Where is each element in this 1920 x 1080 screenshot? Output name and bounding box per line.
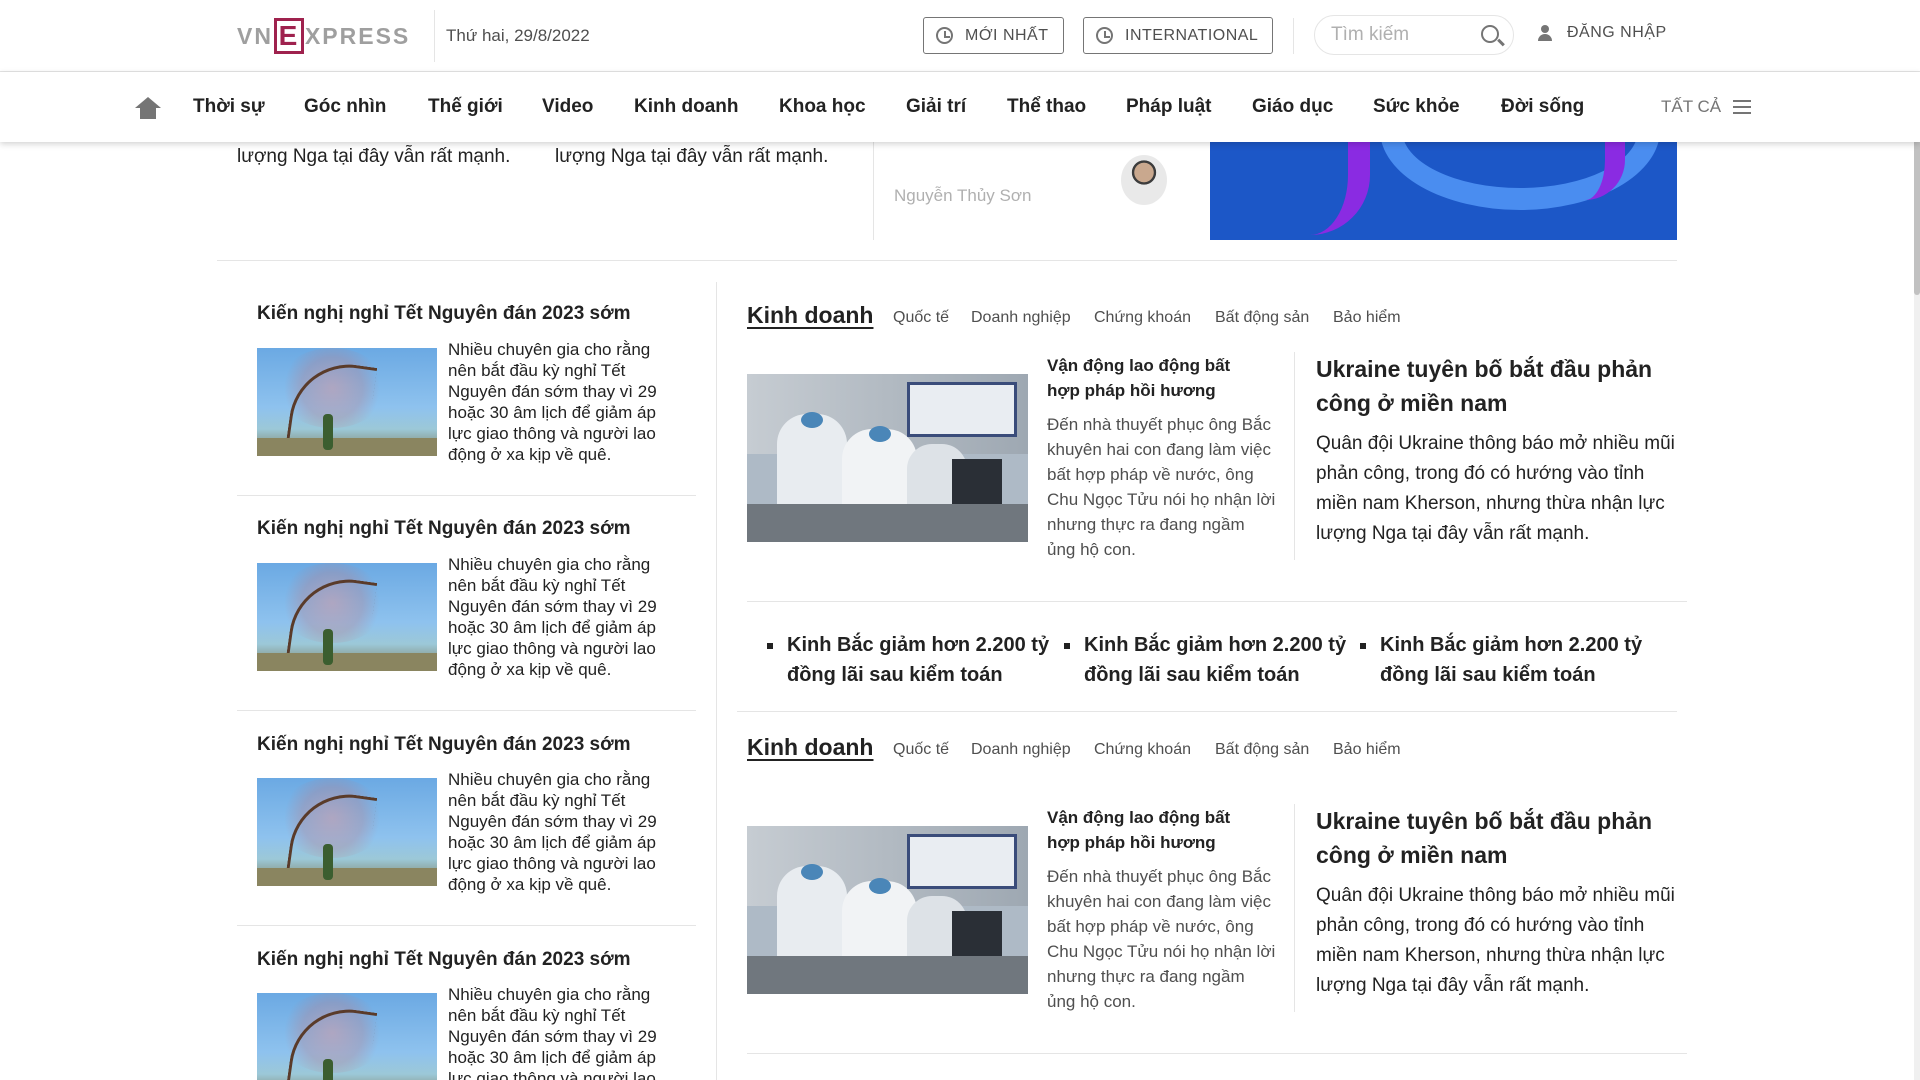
section-divider <box>747 1053 1687 1054</box>
related-article-link[interactable]: Kinh Bắc giảm hơn 2.200 tỷ đồng lãi sau … <box>1360 630 1660 690</box>
logo-text-suffix: XPRESS <box>304 22 411 49</box>
featured-article-description: Quân đội Ukraine thông báo mở nhiều mũi … <box>1316 433 1675 544</box>
related-article-link[interactable]: Kinh Bắc giảm hơn 2.200 tỷ đồng lãi sau … <box>1064 630 1364 690</box>
featured-article-title[interactable]: Ukraine tuyên bố bắt đầu phản công ở miề… <box>1316 804 1676 872</box>
user-icon <box>1537 25 1553 41</box>
subcategory-link[interactable]: Doanh nghiệp <box>971 741 1071 759</box>
related-article-link[interactable]: Kinh Bắc giảm hơn 2.200 tỷ đồng lãi sau … <box>767 630 1067 690</box>
latest-news-button[interactable]: MỚI NHẤT <box>923 17 1064 54</box>
partial-article-text[interactable]: lượng Nga tại đây vẫn rất mạnh. <box>237 146 510 168</box>
article-thumbnail[interactable] <box>747 826 1028 994</box>
article-description: Nhiều chuyên gia cho rằng nên bắt đầu kỳ… <box>448 555 657 679</box>
section-title-kinh-doanh[interactable]: Kinh doanh <box>747 734 873 761</box>
list-divider <box>237 925 696 926</box>
nav-item-the-gioi[interactable]: Thế giới <box>428 96 503 118</box>
nav-item-video[interactable]: Video <box>542 96 593 118</box>
all-categories-label: TẤT CẢ <box>1661 97 1722 116</box>
article-description: Nhiều chuyên gia cho rằng nên bắt đầu kỳ… <box>448 985 657 1080</box>
list-divider <box>237 495 696 496</box>
banner-shape <box>1310 140 1370 235</box>
site-header: VN E XPRESS Thứ hai, 29/8/2022 MỚI NHẤT IN… <box>0 0 1920 72</box>
article-thumbnail[interactable] <box>257 778 437 886</box>
nav-item-phap-luat[interactable]: Pháp luật <box>1126 96 1212 118</box>
subcategory-link[interactable]: Chứng khoán <box>1094 741 1191 759</box>
login-button[interactable]: ĐĂNG NHẬP <box>1537 24 1667 42</box>
section-divider <box>217 260 1677 261</box>
subcategory-link[interactable]: Bảo hiểm <box>1333 741 1401 759</box>
article-description: Nhiều chuyên gia cho rằng nên bắt đầu kỳ… <box>448 770 657 894</box>
page-scrollbar[interactable] <box>1914 0 1920 1080</box>
nav-item-khoa-hoc[interactable]: Khoa học <box>779 96 866 118</box>
banner-shape <box>1585 140 1625 200</box>
latest-news-label: MỚI NHẤT <box>965 26 1049 44</box>
column-divider <box>1294 352 1295 560</box>
search-box[interactable] <box>1314 15 1514 55</box>
column-divider <box>873 140 874 240</box>
login-label: ĐĂNG NHẬP <box>1567 24 1667 41</box>
nav-item-doi-song[interactable]: Đời sống <box>1501 96 1584 118</box>
all-categories-button[interactable]: TẤT CẢ <box>1661 97 1752 117</box>
header-divider <box>434 10 435 62</box>
clock-icon <box>1096 27 1113 44</box>
article-thumbnail[interactable] <box>747 374 1028 542</box>
clock-icon <box>936 27 953 44</box>
article-title[interactable]: Kiến nghị nghỉ Tết Nguyên đán 2023 sớm <box>257 303 631 325</box>
international-button[interactable]: INTERNATIONAL <box>1083 17 1273 54</box>
search-icon[interactable] <box>1481 25 1499 43</box>
subcategory-link[interactable]: Bảo hiểm <box>1333 309 1401 327</box>
nav-item-thoi-su[interactable]: Thời sự <box>193 96 265 118</box>
vnexpress-logo[interactable]: VN E XPRESS <box>237 17 410 55</box>
article-thumbnail[interactable] <box>257 348 437 456</box>
nav-item-giao-duc[interactable]: Giáo dục <box>1252 96 1333 118</box>
nav-item-giai-tri[interactable]: Giải trí <box>906 96 966 118</box>
header-divider <box>1293 18 1294 54</box>
section-title-kinh-doanh[interactable]: Kinh doanh <box>747 302 873 329</box>
nav-item-goc-nhin[interactable]: Góc nhìn <box>304 96 386 118</box>
subcategory-link[interactable]: Bất động sản <box>1215 741 1309 759</box>
article-title[interactable]: Kiến nghị nghỉ Tết Nguyên đán 2023 sớm <box>257 518 631 540</box>
section-divider <box>747 601 1687 602</box>
nav-item-the-thao[interactable]: Thể thao <box>1007 96 1086 118</box>
article-thumbnail[interactable] <box>257 563 437 671</box>
article-description: Nhiều chuyên gia cho rằng nên bắt đầu kỳ… <box>448 340 657 464</box>
nav-item-suc-khoe[interactable]: Sức khỏe <box>1373 96 1460 118</box>
category-nav: Thời sự Góc nhìn Thế giới Video Kinh doa… <box>0 72 1920 142</box>
featured-article-title[interactable]: Ukraine tuyên bố bắt đầu phản công ở miề… <box>1316 352 1676 420</box>
menu-icon <box>1733 100 1752 114</box>
nav-item-kinh-doanh[interactable]: Kinh doanh <box>634 96 738 118</box>
author-avatar[interactable] <box>1121 155 1167 205</box>
article-title[interactable]: Kiến nghị nghỉ Tết Nguyên đán 2023 sớm <box>257 734 631 756</box>
column-divider <box>1294 804 1295 1012</box>
article-title[interactable]: Kiến nghị nghỉ Tết Nguyên đán 2023 sớm <box>257 949 631 971</box>
column-divider <box>716 282 717 1080</box>
section-divider <box>737 711 1677 712</box>
logo-mark: E <box>273 18 304 54</box>
logo-text-prefix: VN <box>237 22 273 49</box>
article-thumbnail[interactable] <box>257 993 437 1080</box>
current-date: Thứ hai, 29/8/2022 <box>446 26 590 45</box>
partial-article-text[interactable]: lượng Nga tại đây vẫn rất mạnh. <box>555 146 828 168</box>
article-title[interactable]: Vận động lao động bất hợp pháp hồi hương <box>1047 353 1267 403</box>
article-description: Đến nhà thuyết phục ông Bắc khuyên hai c… <box>1047 415 1276 559</box>
home-icon[interactable] <box>135 97 161 119</box>
article-description: Đến nhà thuyết phục ông Bắc khuyên hai c… <box>1047 867 1276 1011</box>
international-label: INTERNATIONAL <box>1125 26 1259 44</box>
search-input[interactable] <box>1331 24 1461 46</box>
subcategory-link[interactable]: Doanh nghiệp <box>971 309 1071 327</box>
list-divider <box>237 710 696 711</box>
subcategory-link[interactable]: Quốc tế <box>893 309 949 327</box>
subcategory-link[interactable]: Chứng khoán <box>1094 309 1191 327</box>
article-title[interactable]: Vận động lao động bất hợp pháp hồi hương <box>1047 805 1267 855</box>
subcategory-link[interactable]: Quốc tế <box>893 741 949 759</box>
banner-image[interactable] <box>1210 140 1677 240</box>
featured-article-description: Quân đội Ukraine thông báo mở nhiều mũi … <box>1316 885 1675 996</box>
subcategory-link[interactable]: Bất động sản <box>1215 309 1309 327</box>
author-name[interactable]: Nguyễn Thủy Sơn <box>894 186 1031 206</box>
